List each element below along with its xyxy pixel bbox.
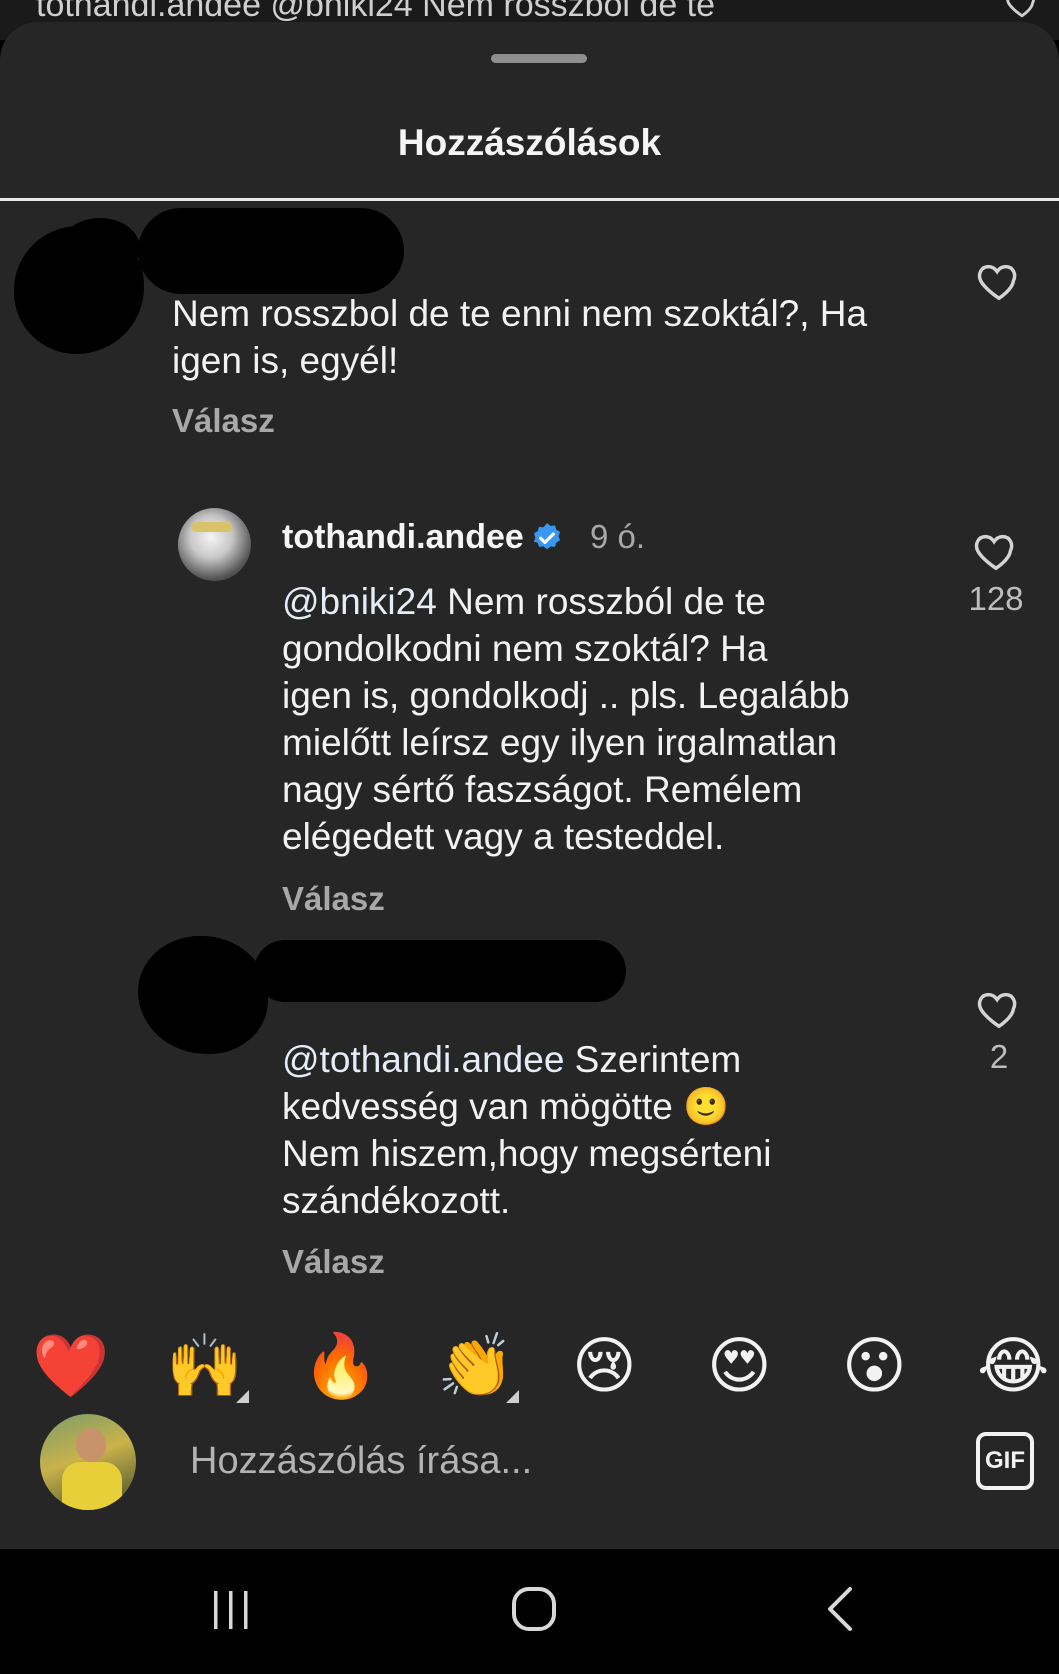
back-icon[interactable]: [818, 1583, 862, 1635]
comments-sheet: Hozzászólások Nem rosszbol de te enni ne…: [0, 22, 1059, 1549]
gif-button[interactable]: GIF: [976, 1432, 1034, 1490]
reaction-laughing[interactable]: 😂: [977, 1326, 1049, 1406]
comment-time: 9 ó.: [590, 518, 646, 555]
reply-button[interactable]: Válasz: [172, 402, 275, 440]
avatar-photo-head: [76, 1428, 106, 1462]
current-user-avatar: [40, 1414, 136, 1510]
skin-tone-indicator-icon: [506, 1390, 519, 1403]
like-heart-icon[interactable]: [976, 258, 1022, 304]
skin-tone-indicator-icon: [236, 1390, 249, 1403]
redacted-username: [138, 208, 404, 294]
reaction-heart-eyes[interactable]: 😍: [707, 1326, 772, 1406]
redacted-avatar: [138, 936, 268, 1054]
comment-input[interactable]: Hozzászólás írása...: [190, 1440, 532, 1483]
drag-handle[interactable]: [491, 54, 587, 63]
comment-username[interactable]: tothandi.andee: [282, 518, 524, 557]
reaction-surprised[interactable]: 😮: [842, 1326, 907, 1406]
avatar-photo-detail: [192, 522, 232, 532]
like-heart-icon[interactable]: [976, 986, 1022, 1032]
verified-badge-icon: [533, 523, 561, 550]
system-navigation-bar: [0, 1549, 1059, 1674]
avatar-photo-shirt: [62, 1462, 122, 1510]
reply-button[interactable]: Válasz: [282, 880, 385, 918]
redacted-avatar-edge: [60, 218, 140, 278]
comment-3-text: @tothandi.andee Szerintem kedvesség van …: [282, 1039, 772, 1221]
title-divider: [0, 198, 1059, 201]
comment-1-text: Nem rosszbol de te enni nem szoktál?, Ha…: [172, 293, 868, 381]
reaction-crying[interactable]: 😢: [572, 1326, 637, 1406]
recent-apps-icon[interactable]: [206, 1585, 256, 1635]
like-heart-icon[interactable]: [973, 528, 1019, 574]
reaction-fire[interactable]: 🔥: [302, 1326, 379, 1406]
like-count: 128: [968, 580, 1024, 617]
heart-icon: [1006, 0, 1035, 18]
reaction-heart[interactable]: ❤️: [32, 1326, 109, 1406]
home-icon[interactable]: [508, 1583, 560, 1635]
quick-reaction-bar: ❤️ 🙌 🔥 👏 😢 😍 😮 😂: [0, 1326, 1059, 1406]
reply-button[interactable]: Válasz: [282, 1243, 385, 1281]
redacted-username: [254, 940, 626, 1002]
mention-link[interactable]: @bniki24: [282, 581, 437, 622]
like-count: 2: [989, 1038, 1009, 1075]
reaction-raising-hands[interactable]: 🙌: [166, 1326, 243, 1406]
avatar[interactable]: [178, 508, 251, 581]
sheet-title: Hozzászólások: [397, 122, 662, 163]
reaction-clapping[interactable]: 👏: [437, 1326, 514, 1406]
mention-link[interactable]: @tothandi.andee: [282, 1039, 564, 1080]
comment-2-text: @bniki24 Nem rosszból de te gondolkodni …: [282, 581, 850, 857]
